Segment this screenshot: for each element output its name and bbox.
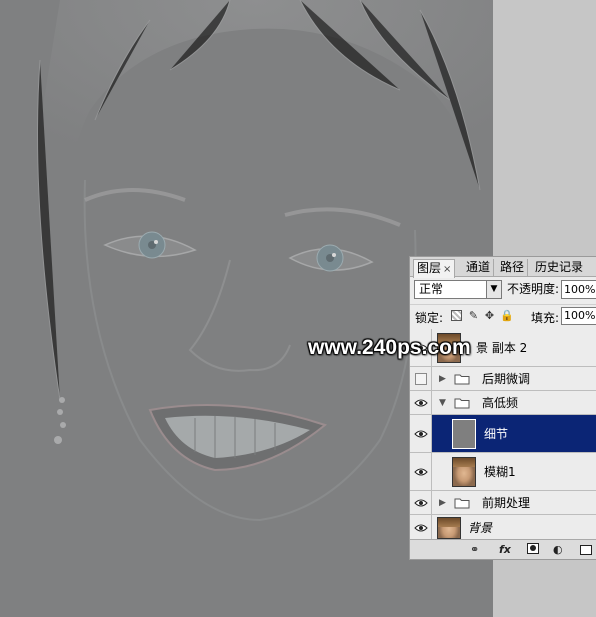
tab-paths[interactable]: 路径 bbox=[497, 259, 529, 277]
eye-icon bbox=[414, 399, 428, 406]
visibility-toggle[interactable] bbox=[410, 391, 432, 414]
tab-layers-label: 图层 bbox=[417, 261, 442, 275]
lock-row: 锁定: ✎ ✥ 🔒 填充: 100% bbox=[410, 304, 596, 326]
tab-layers[interactable]: 图层 × bbox=[413, 259, 456, 278]
folder-icon bbox=[454, 374, 470, 384]
expand-arrow-icon[interactable]: ▶ bbox=[439, 497, 446, 509]
layer-thumbnail bbox=[452, 419, 476, 449]
panel-bottom-bar: ⚭ fx ◐ bbox=[410, 539, 596, 559]
tab-channels[interactable]: 通道 bbox=[463, 259, 495, 277]
layer-group-pre-process[interactable]: ▶ 前期处理 bbox=[410, 491, 596, 515]
visibility-toggle[interactable] bbox=[410, 415, 432, 452]
layers-panel: 图层 × 通道 路径 历史记录 正常 ▼ 不透明度: 100% 锁定: ✎ ✥ 🔒… bbox=[409, 256, 596, 560]
tab-history[interactable]: 历史记录 bbox=[532, 259, 586, 277]
mask-icon[interactable] bbox=[527, 543, 539, 554]
tab-channels-label: 通道 bbox=[466, 260, 491, 274]
visibility-toggle[interactable] bbox=[410, 491, 432, 514]
opacity-label: 不透明度: bbox=[507, 282, 560, 296]
eye-icon bbox=[414, 499, 428, 506]
layer-thumbnail bbox=[437, 517, 461, 539]
fill-label: 填充: bbox=[531, 311, 560, 325]
layers-list: 景 副本 2 ▶ 后期微调 ▼ 高低频 细节 模糊1 ▶ 前期处理 背景 bbox=[410, 329, 596, 541]
blend-mode-value: 正常 bbox=[419, 282, 444, 296]
blend-mode-select[interactable]: 正常 ▼ bbox=[414, 280, 502, 299]
group-name: 前期处理 bbox=[482, 495, 531, 510]
adjustment-icon[interactable]: ◐ bbox=[553, 543, 563, 556]
eye-icon bbox=[414, 524, 428, 531]
layer-name: 景 副本 2 bbox=[476, 340, 528, 355]
folder-icon[interactable] bbox=[580, 545, 592, 555]
close-icon[interactable]: × bbox=[443, 264, 451, 275]
layer-group-post-adjust[interactable]: ▶ 后期微调 bbox=[410, 367, 596, 391]
layer-row-blur[interactable]: 模糊1 bbox=[410, 453, 596, 491]
layer-name: 细节 bbox=[484, 426, 509, 441]
eye-icon bbox=[414, 430, 428, 437]
tab-paths-label: 路径 bbox=[500, 260, 525, 274]
folder-icon bbox=[454, 498, 470, 508]
layer-row-detail[interactable]: 细节 bbox=[410, 415, 596, 453]
watermark: www.240ps.com bbox=[308, 336, 471, 359]
group-name: 高低频 bbox=[482, 395, 519, 410]
lock-move-icon[interactable]: ✥ bbox=[484, 310, 495, 321]
tab-history-label: 历史记录 bbox=[535, 260, 584, 274]
lock-brush-icon[interactable]: ✎ bbox=[468, 310, 479, 321]
group-name: 后期微调 bbox=[482, 371, 531, 386]
lock-label: 锁定: bbox=[415, 311, 444, 325]
layer-thumbnail bbox=[452, 457, 476, 487]
collapse-arrow-icon[interactable]: ▼ bbox=[439, 397, 446, 409]
layer-row-background[interactable]: 背景 bbox=[410, 515, 596, 541]
panel-tabs: 图层 × 通道 路径 历史记录 bbox=[410, 257, 596, 278]
layer-name: 模糊1 bbox=[484, 464, 516, 479]
opacity-input[interactable]: 100% bbox=[561, 280, 596, 299]
visibility-empty-box bbox=[415, 372, 427, 385]
visibility-toggle[interactable] bbox=[410, 515, 432, 540]
link-icon[interactable]: ⚭ bbox=[470, 543, 479, 556]
eye-icon bbox=[414, 468, 428, 475]
lock-transparency-icon[interactable] bbox=[451, 310, 462, 321]
visibility-toggle[interactable] bbox=[410, 453, 432, 490]
layer-name: 背景 bbox=[468, 520, 493, 535]
fx-icon[interactable]: fx bbox=[499, 543, 511, 556]
expand-arrow-icon[interactable]: ▶ bbox=[439, 373, 446, 385]
visibility-toggle[interactable] bbox=[410, 367, 432, 390]
lock-all-icon[interactable]: 🔒 bbox=[500, 310, 514, 321]
fill-input[interactable]: 100% bbox=[561, 307, 596, 325]
layer-group-frequency[interactable]: ▼ 高低频 bbox=[410, 391, 596, 415]
chevron-down-icon[interactable]: ▼ bbox=[486, 281, 501, 298]
folder-icon bbox=[454, 398, 470, 408]
